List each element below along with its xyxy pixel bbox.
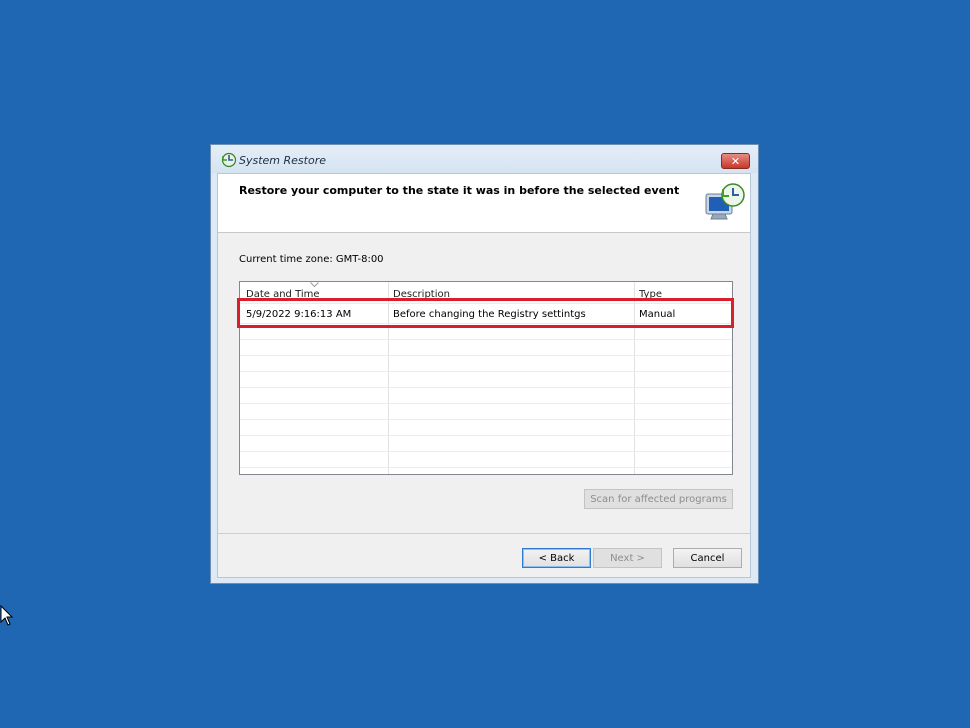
close-button[interactable]: ✕ (721, 153, 750, 169)
wizard-client-area: Restore your computer to the state it wa… (217, 173, 751, 578)
title-bar[interactable]: System Restore ✕ (211, 145, 758, 173)
next-button[interactable]: Next > (593, 548, 662, 568)
window-title: System Restore (239, 154, 326, 167)
wizard-header: Restore your computer to the state it wa… (218, 174, 750, 233)
system-restore-icon (221, 152, 237, 168)
sort-descending-icon (310, 282, 319, 287)
row-divider (240, 403, 732, 404)
timezone-label: Current time zone: GMT-8:00 (239, 254, 384, 265)
system-restore-window: System Restore ✕ Restore your computer t… (210, 144, 759, 584)
cancel-button[interactable]: Cancel (673, 548, 742, 568)
back-button[interactable]: < Back (522, 548, 591, 568)
row-divider (240, 467, 732, 468)
page-heading: Restore your computer to the state it wa… (239, 184, 680, 197)
row-divider (240, 419, 732, 420)
selection-highlight (237, 298, 734, 328)
mouse-pointer-icon (0, 605, 14, 626)
row-divider (240, 435, 732, 436)
scan-affected-programs-button[interactable]: Scan for affected programs (584, 489, 733, 509)
row-divider (240, 451, 732, 452)
row-divider (240, 339, 732, 340)
row-divider (240, 371, 732, 372)
row-divider (240, 355, 732, 356)
close-icon: ✕ (730, 154, 741, 168)
footer-separator (218, 533, 750, 534)
restore-computer-icon (705, 183, 745, 220)
row-divider (240, 387, 732, 388)
